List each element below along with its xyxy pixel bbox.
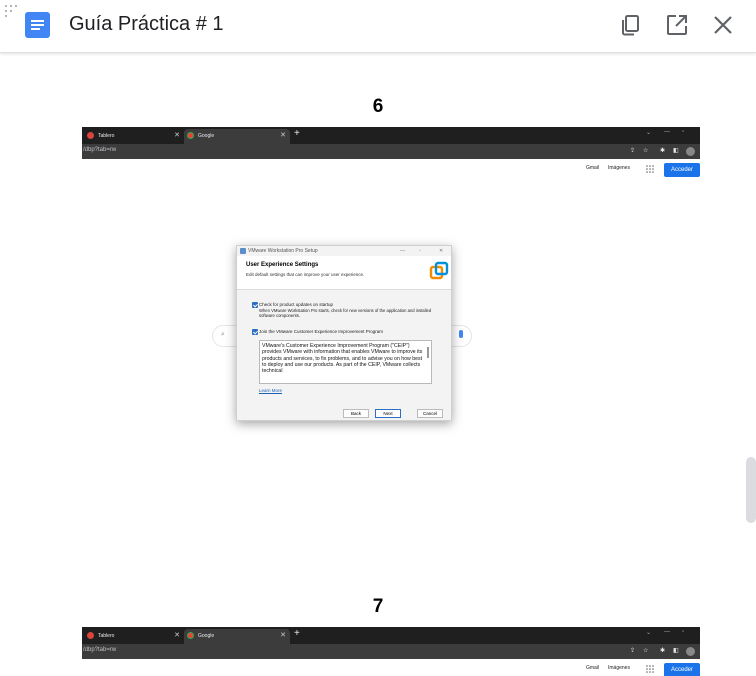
maximize-icon: ▫ (682, 629, 685, 635)
drag-handle-icon[interactable] (4, 4, 20, 20)
microphone-icon (459, 330, 463, 338)
open-in-new-window-button[interactable] (664, 12, 690, 38)
dialog-title: VMware Workstation Pro Setup (248, 248, 318, 254)
minimize-icon: — (664, 629, 670, 635)
ceip-text: VMware's Customer Experience Improvement… (262, 343, 423, 375)
browser-tab: Google ✕ (184, 129, 290, 144)
screenshot-image: Tablero ✕ Google ✕ + ⌄ — ▫ /dbp?tab=rw ⇪… (82, 127, 700, 525)
screenshot-image: Tablero ✕ Google ✕ + ⌄ — ▫ /dbp?tab=rw ⇪… (82, 627, 700, 676)
browser-tab-bar: Tablero ✕ Google ✕ + ⌄ — ▫ (82, 627, 700, 644)
scrollbar (427, 347, 429, 358)
browser-tab-label: Google (198, 133, 215, 139)
share-icon: ⇪ (630, 148, 636, 154)
dialog-titlebar: VMware Workstation Pro Setup — ▫ ✕ (237, 246, 451, 256)
dialog-subtitle: Edit default settings that can improve y… (246, 272, 365, 277)
back-button: Back (343, 409, 369, 418)
new-tab-icon: + (294, 628, 300, 639)
scrollbar-thumb[interactable] (746, 457, 756, 523)
extensions-icon: ✱ (660, 148, 666, 154)
open-in-new-icon (667, 15, 687, 35)
vmware-setup-dialog: VMware Workstation Pro Setup — ▫ ✕ User … (236, 245, 452, 421)
address-bar: /dbp?tab=rw ⇪ ☆ ✱ ◧ (82, 144, 700, 159)
search-icon: ⌕ (221, 331, 225, 338)
page-number: 7 (372, 596, 384, 617)
browser-tab-label: Google (198, 633, 215, 639)
viewer-header: Guía Práctica # 1 (0, 0, 756, 53)
maximize-icon: ▫ (682, 129, 685, 135)
document-title: Guía Práctica # 1 (69, 13, 224, 35)
ceip-checkbox (252, 329, 258, 335)
browser-tab-label: Tablero (98, 633, 115, 639)
apps-grid-icon (646, 165, 654, 173)
gmail-link: Gmail (586, 165, 600, 171)
gmail-link: Gmail (586, 665, 600, 671)
google-docs-icon (25, 12, 50, 38)
dialog-heading: User Experience Settings (246, 262, 319, 268)
close-icon: ✕ (439, 248, 444, 254)
browser-tab: Tablero ✕ (84, 629, 184, 644)
minimize-icon: — (664, 129, 670, 135)
vmware-logo-icon (429, 261, 449, 280)
sidepanel-icon: ◧ (673, 648, 679, 654)
browser-tab-bar: Tablero ✕ Google ✕ + ⌄ — ▫ (82, 127, 700, 144)
copy-icon (622, 15, 639, 36)
star-icon: ☆ (643, 648, 649, 654)
address-bar: /dbp?tab=rw ⇪ ☆ ✱ ◧ (82, 644, 700, 659)
url-text: /dbp?tab=rw (83, 647, 117, 653)
learn-more-link: Learn More (259, 388, 283, 393)
chevron-down-icon: ⌄ (646, 130, 652, 136)
browser-tab-label: Tablero (98, 133, 115, 139)
updates-label: Check for product updates on startup (259, 302, 334, 307)
vmware-icon (240, 248, 246, 254)
ceip-textbox: VMware's Customer Experience Improvement… (259, 340, 432, 384)
avatar (686, 647, 695, 656)
images-link: Imágenes (608, 165, 630, 171)
url-text: /dbp?tab=rw (83, 147, 117, 153)
ceip-label: Join the VMware Customer Experience Impr… (259, 329, 384, 334)
share-icon: ⇪ (630, 648, 636, 654)
images-link: Imágenes (608, 665, 630, 671)
extensions-icon: ✱ (660, 648, 666, 654)
maximize-icon: ▫ (419, 248, 421, 254)
close-icon (714, 16, 732, 34)
browser-tab: Tablero ✕ (84, 129, 184, 144)
copy-button[interactable] (618, 12, 644, 38)
chevron-down-icon: ⌄ (646, 630, 652, 636)
avatar (686, 147, 695, 156)
next-button: Next (375, 409, 401, 418)
sidepanel-icon: ◧ (673, 148, 679, 154)
updates-checkbox (252, 302, 258, 308)
cancel-button: Cancel (417, 409, 443, 418)
apps-grid-icon (646, 665, 654, 673)
minimize-icon: — (400, 248, 405, 254)
close-button[interactable] (710, 12, 736, 38)
signin-button: Acceder (664, 163, 700, 177)
star-icon: ☆ (643, 148, 649, 154)
document-viewer[interactable]: 6 Tablero ✕ Google ✕ + ⌄ — ▫ /dbp?tab=rw… (0, 54, 756, 676)
page-number: 6 (372, 96, 384, 117)
updates-description: When VMware Workstation Pro starts, chec… (259, 308, 432, 318)
dialog-header: User Experience Settings Edit default se… (237, 256, 451, 290)
browser-tab: Google ✕ (184, 629, 290, 644)
new-tab-icon: + (294, 128, 300, 139)
signin-button: Acceder (664, 663, 700, 676)
